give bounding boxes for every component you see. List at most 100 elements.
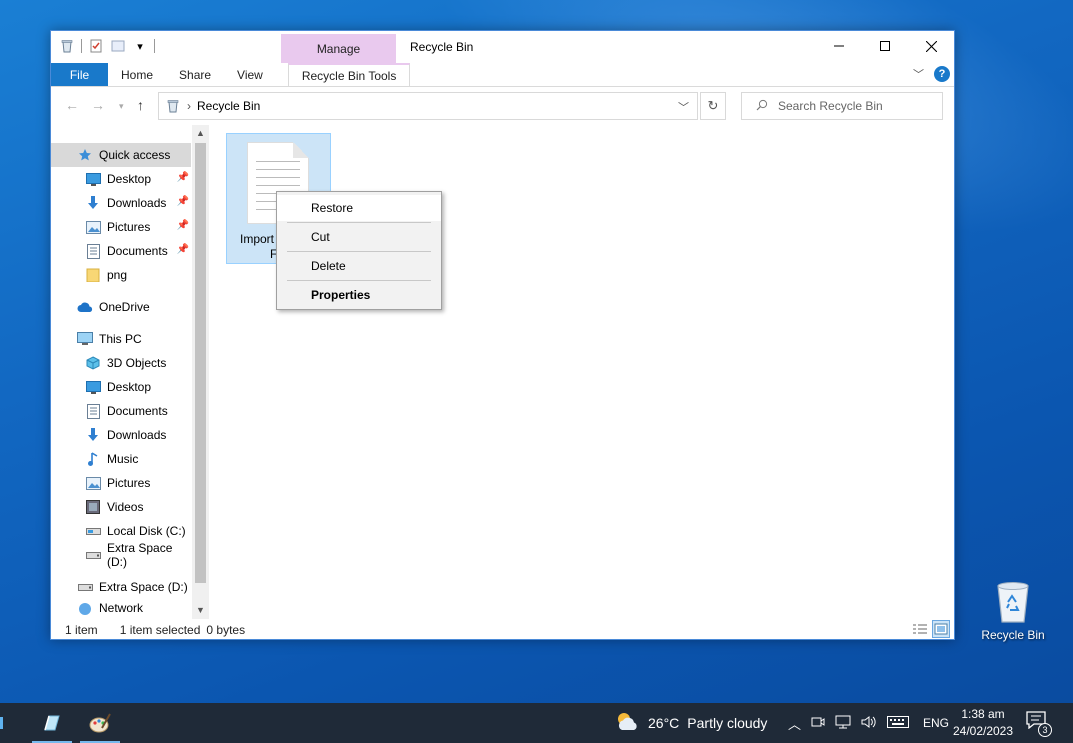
back-arrow-icon[interactable]: ← <box>65 97 79 113</box>
menu-separator <box>287 222 431 223</box>
large-icons-view-icon[interactable] <box>932 620 950 638</box>
network-icon <box>77 601 93 617</box>
close-button[interactable] <box>908 31 954 61</box>
new-folder-icon[interactable] <box>110 38 126 54</box>
pin-icon[interactable]: 📌 <box>177 220 189 231</box>
recycle-bin-icon <box>997 582 1029 623</box>
start-button[interactable] <box>0 703 14 743</box>
tab-file[interactable]: File <box>51 63 108 86</box>
download-icon <box>85 427 101 443</box>
search-box[interactable]: Search Recycle Bin <box>741 92 943 120</box>
nav-label: png <box>107 268 128 282</box>
address-dropdown-chevron-icon[interactable]: ﹀ <box>678 99 689 115</box>
tab-recycle-bin-tools[interactable]: Recycle Bin Tools <box>287 63 411 86</box>
nav-pc-downloads[interactable]: Downloads <box>51 423 191 447</box>
customize-toolbar-chevron-icon[interactable]: ▾ <box>132 38 148 54</box>
breadcrumb-recycle-bin[interactable]: Recycle Bin <box>197 99 260 113</box>
clock[interactable]: 1:38 am 24/02/2023 <box>948 706 1018 740</box>
nav-label: Downloads <box>107 428 167 442</box>
help-icon[interactable]: ? <box>934 66 950 82</box>
nav-pc-desktop[interactable]: Desktop <box>51 375 191 399</box>
scroll-up-arrow-icon[interactable]: ▲ <box>196 128 205 138</box>
nav-pc-local-disk[interactable]: Local Disk (C:) <box>51 519 191 543</box>
nav-extra-space-drive[interactable]: Extra Space (D:) <box>51 575 191 599</box>
camera-icon[interactable] <box>811 715 825 732</box>
nav-pc-videos[interactable]: Videos <box>51 495 191 519</box>
tab-home[interactable]: Home <box>108 63 166 86</box>
scrollbar-thumb[interactable] <box>195 143 206 583</box>
tab-view[interactable]: View <box>224 63 276 86</box>
taskbar-app-paint[interactable] <box>76 703 124 743</box>
menu-item-cut[interactable]: Cut <box>277 224 441 250</box>
selection-count: 1 item selected <box>119 622 201 637</box>
maximize-button[interactable] <box>862 31 908 61</box>
3d-objects-icon <box>85 355 101 371</box>
drive-icon <box>85 523 101 539</box>
keyboard-icon[interactable] <box>887 715 910 731</box>
nav-pc-extra-space[interactable]: Extra Space (D:) <box>51 541 191 569</box>
quick-access-toolbar: ▾ <box>59 38 155 54</box>
scroll-down-arrow-icon[interactable]: ▼ <box>196 605 205 615</box>
toolbar-separator <box>154 39 155 53</box>
nav-quick-access[interactable]: Quick access <box>51 143 191 167</box>
menu-separator <box>287 280 431 281</box>
nav-network[interactable]: Network <box>51 601 191 619</box>
desktop-recycle-bin[interactable]: Recycle Bin <box>975 578 1051 642</box>
drive-icon <box>85 547 101 563</box>
up-arrow-icon[interactable]: ↑ <box>137 97 144 113</box>
action-center-button[interactable]: 3 <box>1026 711 1052 737</box>
nav-label: Extra Space (D:) <box>99 580 188 594</box>
menu-item-restore[interactable]: Restore <box>277 195 441 221</box>
nav-qa-pictures[interactable]: Pictures 📌 <box>51 215 191 239</box>
nav-pc-documents[interactable]: Documents <box>51 399 191 423</box>
nav-pc-pictures[interactable]: Pictures <box>51 471 191 495</box>
weather-widget[interactable]: 26°C Partly cloudy <box>614 703 767 743</box>
tab-share[interactable]: Share <box>166 63 224 86</box>
volume-icon[interactable] <box>861 715 877 732</box>
taskbar-app-notes[interactable] <box>28 703 76 743</box>
explorer-window: ▾ Manage Recycle Bin File Home Share Vie… <box>50 30 955 640</box>
nav-qa-png[interactable]: png <box>51 263 191 287</box>
nav-pc-music[interactable]: Music <box>51 447 191 471</box>
properties-check-icon[interactable] <box>88 38 104 54</box>
notification-count-badge: 3 <box>1038 723 1052 737</box>
refresh-button[interactable]: ↻ <box>700 92 726 120</box>
details-view-icon[interactable] <box>911 620 929 638</box>
forward-arrow-icon[interactable]: → <box>91 97 105 113</box>
show-hidden-icons-chevron-icon[interactable]: ︿ <box>788 714 801 733</box>
pin-icon[interactable]: 📌 <box>177 196 189 207</box>
menu-item-delete[interactable]: Delete <box>277 253 441 279</box>
pin-icon[interactable]: 📌 <box>177 172 189 183</box>
nav-qa-documents[interactable]: Documents 📌 <box>51 239 191 263</box>
nav-label: Desktop <box>107 380 152 394</box>
minimize-button[interactable] <box>816 31 862 61</box>
nav-onedrive[interactable]: OneDrive <box>51 295 191 319</box>
nav-this-pc[interactable]: This PC <box>51 327 191 351</box>
nav-label: 3D Objects <box>107 356 167 370</box>
input-language[interactable]: ENG <box>923 716 949 730</box>
music-icon <box>85 451 101 467</box>
recycle-bin-small-icon <box>59 38 75 54</box>
menu-separator <box>287 251 431 252</box>
search-placeholder: Search Recycle Bin <box>778 99 883 113</box>
address-bar[interactable]: › Recycle Bin ﹀ <box>158 92 698 120</box>
title-bar: ▾ Manage Recycle Bin <box>51 31 954 63</box>
drive-icon <box>77 579 93 595</box>
menu-item-properties[interactable]: Properties <box>277 282 441 308</box>
expand-ribbon-chevron-icon[interactable]: ﹀ <box>913 66 924 82</box>
nav-pc-3d-objects[interactable]: 3D Objects <box>51 351 191 375</box>
nav-qa-downloads[interactable]: Downloads 📌 <box>51 191 191 215</box>
pin-icon[interactable]: 📌 <box>177 244 189 255</box>
nav-label: Quick access <box>99 148 171 162</box>
videos-icon <box>85 499 101 515</box>
view-toggle <box>911 620 950 638</box>
nav-label: Music <box>107 452 139 466</box>
nav-pane-scrollbar[interactable]: ▲ ▼ <box>192 125 209 619</box>
item-count: 1 item <box>65 622 98 637</box>
network-icon[interactable] <box>835 715 851 732</box>
status-bar: 1 item 1 item selected 0 bytes <box>51 619 954 640</box>
nav-qa-desktop[interactable]: Desktop 📌 <box>51 167 191 191</box>
clock-time: 1:38 am <box>961 707 1005 721</box>
recent-locations-chevron-icon[interactable]: ▾ <box>119 101 124 112</box>
manage-contextual-tab[interactable]: Manage <box>281 34 396 63</box>
